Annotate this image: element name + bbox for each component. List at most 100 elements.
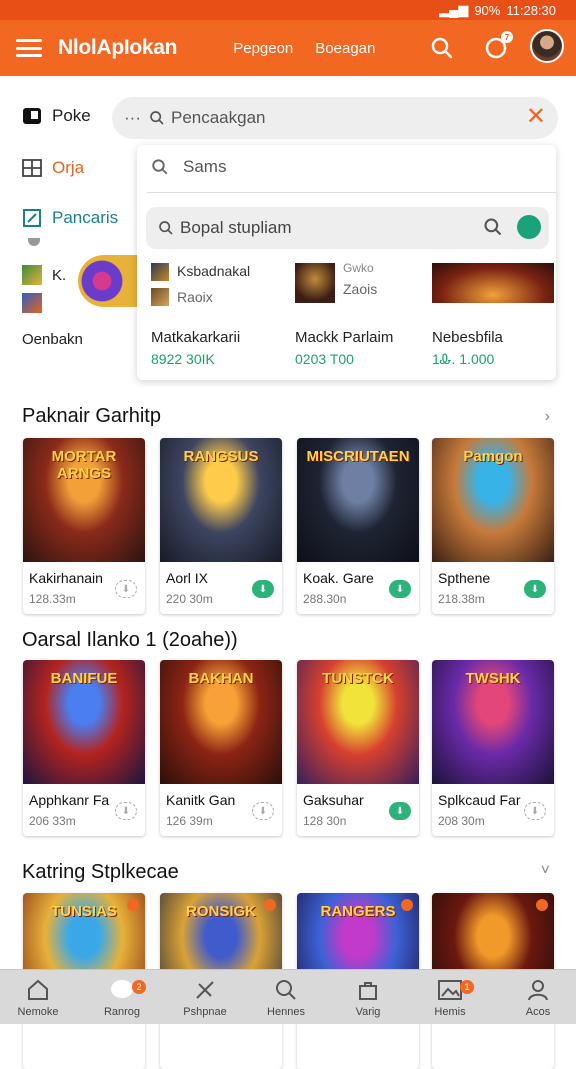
bottom-nav-label: Hennes bbox=[267, 1006, 305, 1018]
leftnav-label: K. bbox=[52, 266, 67, 284]
heart-icon bbox=[28, 238, 40, 246]
leftnav-item-4[interactable]: K. bbox=[22, 265, 66, 285]
download-icon[interactable]: ⬇ bbox=[252, 802, 274, 820]
game-cover-title: BAKHAN bbox=[188, 670, 254, 687]
new-badge bbox=[536, 899, 548, 911]
bottom-nav-label: Acos bbox=[525, 1006, 551, 1018]
leftnav-label: Pancaris bbox=[52, 208, 119, 227]
game-cover-art: BANIFUE bbox=[23, 660, 145, 784]
inner-search-input[interactable]: Bopal stupliam bbox=[146, 207, 549, 249]
app-bar: NlolApIokan Pepgeon Boeagan 7 bbox=[0, 20, 576, 76]
divider bbox=[147, 192, 556, 193]
bottom-nav-label: Ranrog bbox=[103, 1006, 141, 1018]
bottom-nav-item[interactable]: Acos bbox=[498, 976, 576, 1018]
notification-icon[interactable]: 7 bbox=[482, 31, 513, 62]
search-dropdown: Sams Bopal stupliam Ksbadnakal Raoix Gwk… bbox=[137, 145, 556, 380]
game-card[interactable]: MORTAR ARNGS Kakirhanain 128.33m ⬇ bbox=[23, 438, 145, 614]
game-card[interactable]: MISCRIUTAEN Koak. Gare 288.30n ⬇ bbox=[297, 438, 419, 614]
game-name: Kanitk Gan bbox=[166, 792, 236, 808]
avatar[interactable] bbox=[530, 29, 564, 63]
chevron-right-icon[interactable]: › bbox=[545, 408, 550, 426]
voice-search-icon[interactable] bbox=[517, 215, 541, 239]
clear-icon[interactable]: ✕ bbox=[526, 105, 546, 129]
search-icon bbox=[159, 221, 173, 235]
game-size: 288.30n bbox=[303, 592, 347, 606]
leftnav-item-1[interactable]: Poke bbox=[22, 106, 91, 126]
result-title[interactable]: Nebesbfila bbox=[432, 329, 503, 346]
clock: 11:28:30 bbox=[506, 2, 556, 18]
result-group-title: Ksbadnakal bbox=[177, 263, 251, 279]
bottom-nav-item[interactable]: Varig bbox=[328, 976, 408, 1018]
game-card[interactable]: RANGSUS Aorl IX 220 30m ⬇ bbox=[160, 438, 282, 614]
game-cover-title: Pamgon bbox=[463, 448, 523, 465]
home-icon bbox=[24, 976, 52, 1004]
game-card[interactable]: Pamgon Spthene 218.38m ⬇ bbox=[432, 438, 554, 614]
result-title[interactable]: Mackk Parlaim bbox=[295, 329, 393, 346]
game-name: Spthene bbox=[438, 570, 491, 586]
result-thumb bbox=[151, 288, 169, 306]
game-card[interactable]: TWSHK Splkcaud Far 208 30m ⬇ bbox=[432, 660, 554, 836]
bottom-nav-item[interactable]: Ranrog 2 bbox=[82, 976, 162, 1018]
new-badge bbox=[264, 899, 276, 911]
inner-search-text: Bopal stupliam bbox=[180, 218, 292, 237]
leftnav-item-5[interactable]: Oenbakn bbox=[22, 331, 83, 348]
search-input[interactable]: ··· Pencaakgan ✕ bbox=[112, 97, 558, 139]
bookmark-icon bbox=[23, 108, 41, 124]
new-badge bbox=[127, 899, 139, 911]
download-icon[interactable]: ⬇ bbox=[524, 802, 546, 820]
result-title[interactable]: Matkakarkarii bbox=[151, 329, 240, 346]
game-cover-art: MISCRIUTAEN bbox=[297, 438, 419, 562]
game-size: 218.38m bbox=[438, 592, 485, 606]
game-cover-title: TUNSTCK bbox=[322, 670, 394, 687]
leftnav-label: Oenbakn bbox=[22, 331, 83, 348]
bottom-nav-label: Nemoke bbox=[17, 1006, 59, 1018]
leftnav-item-3[interactable]: Pancaris bbox=[22, 208, 118, 228]
game-size: 206 33m bbox=[29, 814, 76, 828]
result-thumb bbox=[432, 263, 554, 303]
notification-badge: 1 bbox=[460, 980, 474, 994]
menu-icon[interactable] bbox=[16, 39, 42, 57]
bottom-nav-item[interactable]: Hennes bbox=[246, 976, 326, 1018]
nav-link-2[interactable]: Boeagan bbox=[315, 40, 375, 57]
section-title: Katring Stplkecae bbox=[22, 861, 179, 883]
edit-icon bbox=[23, 209, 41, 227]
game-cover-art: MORTAR ARNGS bbox=[23, 438, 145, 562]
suggestion-label: Sams bbox=[183, 157, 227, 176]
result-group-title: Gwko bbox=[343, 261, 374, 275]
download-icon[interactable]: ⬇ bbox=[389, 580, 411, 598]
result-value: 0203 T00 bbox=[295, 351, 354, 367]
download-icon[interactable]: ⬇ bbox=[115, 802, 137, 820]
bottom-nav-item[interactable]: Nemoke bbox=[0, 976, 78, 1018]
search-icon bbox=[150, 111, 164, 125]
game-name: Koak. Gare bbox=[303, 570, 374, 586]
game-size: 208 30m bbox=[438, 814, 485, 828]
game-name: Gaksuhar bbox=[303, 792, 364, 808]
download-icon[interactable]: ⬇ bbox=[115, 580, 137, 598]
grid-icon bbox=[22, 159, 42, 177]
game-card[interactable]: TUNSTCK Gaksuhar 128 30n ⬇ bbox=[297, 660, 419, 836]
game-size: 220 30m bbox=[166, 592, 213, 606]
game-card[interactable]: BANIFUE Apphkanr Fa 206 33m ⬇ bbox=[23, 660, 145, 836]
bag-icon bbox=[354, 976, 382, 1004]
status-bar: ▂▄▆ 90% 11:28:30 bbox=[0, 0, 576, 20]
game-cover-title: RANGSUS bbox=[183, 448, 259, 465]
featured-game-thumbnail[interactable] bbox=[78, 255, 138, 307]
download-icon[interactable]: ⬇ bbox=[389, 802, 411, 820]
game-name: Kakirhanain bbox=[29, 570, 103, 586]
bottom-nav-item[interactable]: Pshpnae bbox=[165, 976, 245, 1018]
game-card[interactable]: BAKHAN Kanitk Gan 126 39m ⬇ bbox=[160, 660, 282, 836]
search-icon[interactable] bbox=[428, 34, 456, 62]
result-value: 1Ꮂ. 1.000 bbox=[432, 351, 495, 367]
bottom-nav-item[interactable]: Hemis 1 bbox=[410, 976, 490, 1018]
search-icon[interactable] bbox=[483, 217, 503, 242]
chevron-down-icon[interactable]: ˅ bbox=[541, 862, 550, 880]
suggestion-item[interactable]: Sams bbox=[151, 157, 226, 177]
leftnav-item-2[interactable]: Orja bbox=[22, 158, 84, 178]
section-title: Oarsal Ilanko 1 (2oahe)) bbox=[22, 629, 238, 651]
game-cover-title: MISCRIUTAEN bbox=[306, 448, 410, 465]
download-icon[interactable]: ⬇ bbox=[252, 580, 274, 598]
notification-badge: 2 bbox=[132, 980, 146, 994]
nav-link-1[interactable]: Pepgeon bbox=[233, 40, 293, 57]
search-placeholder: Pencaakgan bbox=[170, 108, 266, 127]
download-icon[interactable]: ⬇ bbox=[524, 580, 546, 598]
